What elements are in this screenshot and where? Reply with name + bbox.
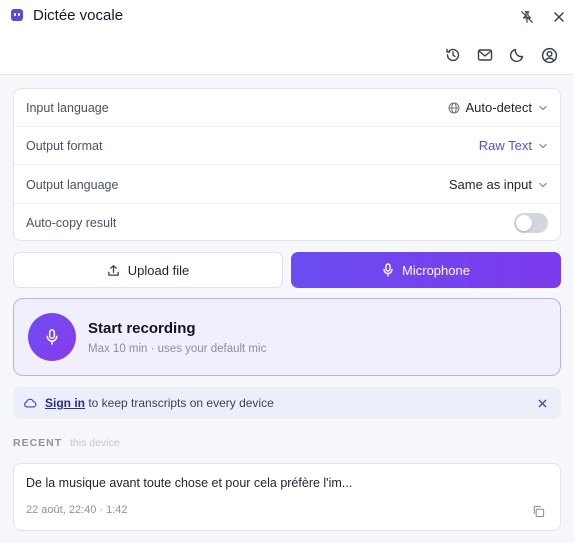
recording-title: Start recording xyxy=(88,320,196,337)
close-button[interactable] xyxy=(548,6,570,28)
auto-copy-row: Auto-copy result xyxy=(14,204,560,242)
banner-close-button[interactable] xyxy=(535,396,549,410)
output-format-value: Raw Text xyxy=(478,138,532,153)
chevron-down-icon xyxy=(539,105,547,110)
output-language-value: Same as input xyxy=(448,177,532,192)
history-button[interactable] xyxy=(441,43,465,67)
chevron-down-icon xyxy=(539,182,547,187)
toggle-knob xyxy=(516,215,532,231)
upload-file-label: Upload file xyxy=(127,262,190,278)
output-format-label: Output format xyxy=(26,138,103,153)
toolbar xyxy=(0,40,574,70)
history-icon xyxy=(446,48,460,62)
input-language-select[interactable]: Auto-detect xyxy=(448,100,549,115)
output-language-row: Output language Same as input xyxy=(14,166,560,204)
mail-button[interactable] xyxy=(473,43,497,67)
record-button[interactable] xyxy=(28,313,76,361)
input-language-row: Input language Auto-detect xyxy=(14,89,560,127)
microphone-icon xyxy=(46,329,58,345)
output-format-row: Output format Raw Text xyxy=(14,127,560,165)
output-language-label: Output language xyxy=(26,177,119,192)
globe-icon xyxy=(448,102,459,113)
account-button[interactable] xyxy=(537,43,561,67)
cloud-icon xyxy=(24,398,37,408)
transcript-preview: De la musique avant toute chose et pour … xyxy=(26,476,353,490)
close-icon xyxy=(554,12,564,22)
microphone-label: Microphone xyxy=(402,262,470,278)
input-language-value: Auto-detect xyxy=(465,100,533,115)
microphone-icon xyxy=(383,263,393,277)
app-logo-icon xyxy=(11,9,23,21)
banner-text: Sign in to keep transcripts on every dev… xyxy=(45,396,274,410)
settings-card: Input language Auto-detect Output format… xyxy=(13,88,561,241)
title-bar: Dictée vocale xyxy=(0,0,574,32)
microphone-button[interactable]: Microphone xyxy=(291,252,561,288)
start-recording-card[interactable]: Start recording Max 10 min · uses your d… xyxy=(13,298,561,376)
recent-subheading: this device xyxy=(70,437,120,449)
dark-mode-button[interactable] xyxy=(505,43,529,67)
mail-icon xyxy=(477,49,493,61)
recording-subtitle: Max 10 min · uses your default mic xyxy=(88,343,267,355)
sign-in-banner: Sign in to keep transcripts on every dev… xyxy=(13,387,561,419)
output-language-select[interactable]: Same as input xyxy=(449,177,548,192)
input-language-label: Input language xyxy=(26,100,109,115)
transcript-meta: 22 août, 22:40 · 1:42 xyxy=(26,504,128,516)
auto-copy-label: Auto-copy result xyxy=(26,216,117,230)
banner-message: to keep transcripts on every device xyxy=(85,396,274,410)
moon-icon xyxy=(509,48,524,63)
auto-copy-toggle[interactable] xyxy=(514,213,548,233)
recent-heading: RECENT xyxy=(13,437,63,449)
upload-file-button[interactable]: Upload file xyxy=(13,252,283,288)
unpin-icon xyxy=(521,11,533,23)
chevron-down-icon xyxy=(539,143,547,148)
window-title: Dictée vocale xyxy=(33,7,124,24)
copy-icon xyxy=(533,505,544,517)
list-item[interactable]: De la musique avant toute chose et pour … xyxy=(13,463,561,531)
upload-icon xyxy=(107,264,119,276)
copy-button[interactable] xyxy=(530,503,546,519)
unpin-button[interactable] xyxy=(516,6,538,28)
sign-in-link[interactable]: Sign in xyxy=(45,396,85,410)
output-format-select[interactable]: Raw Text xyxy=(479,138,548,153)
user-circle-icon xyxy=(541,47,557,63)
close-icon xyxy=(538,399,546,407)
